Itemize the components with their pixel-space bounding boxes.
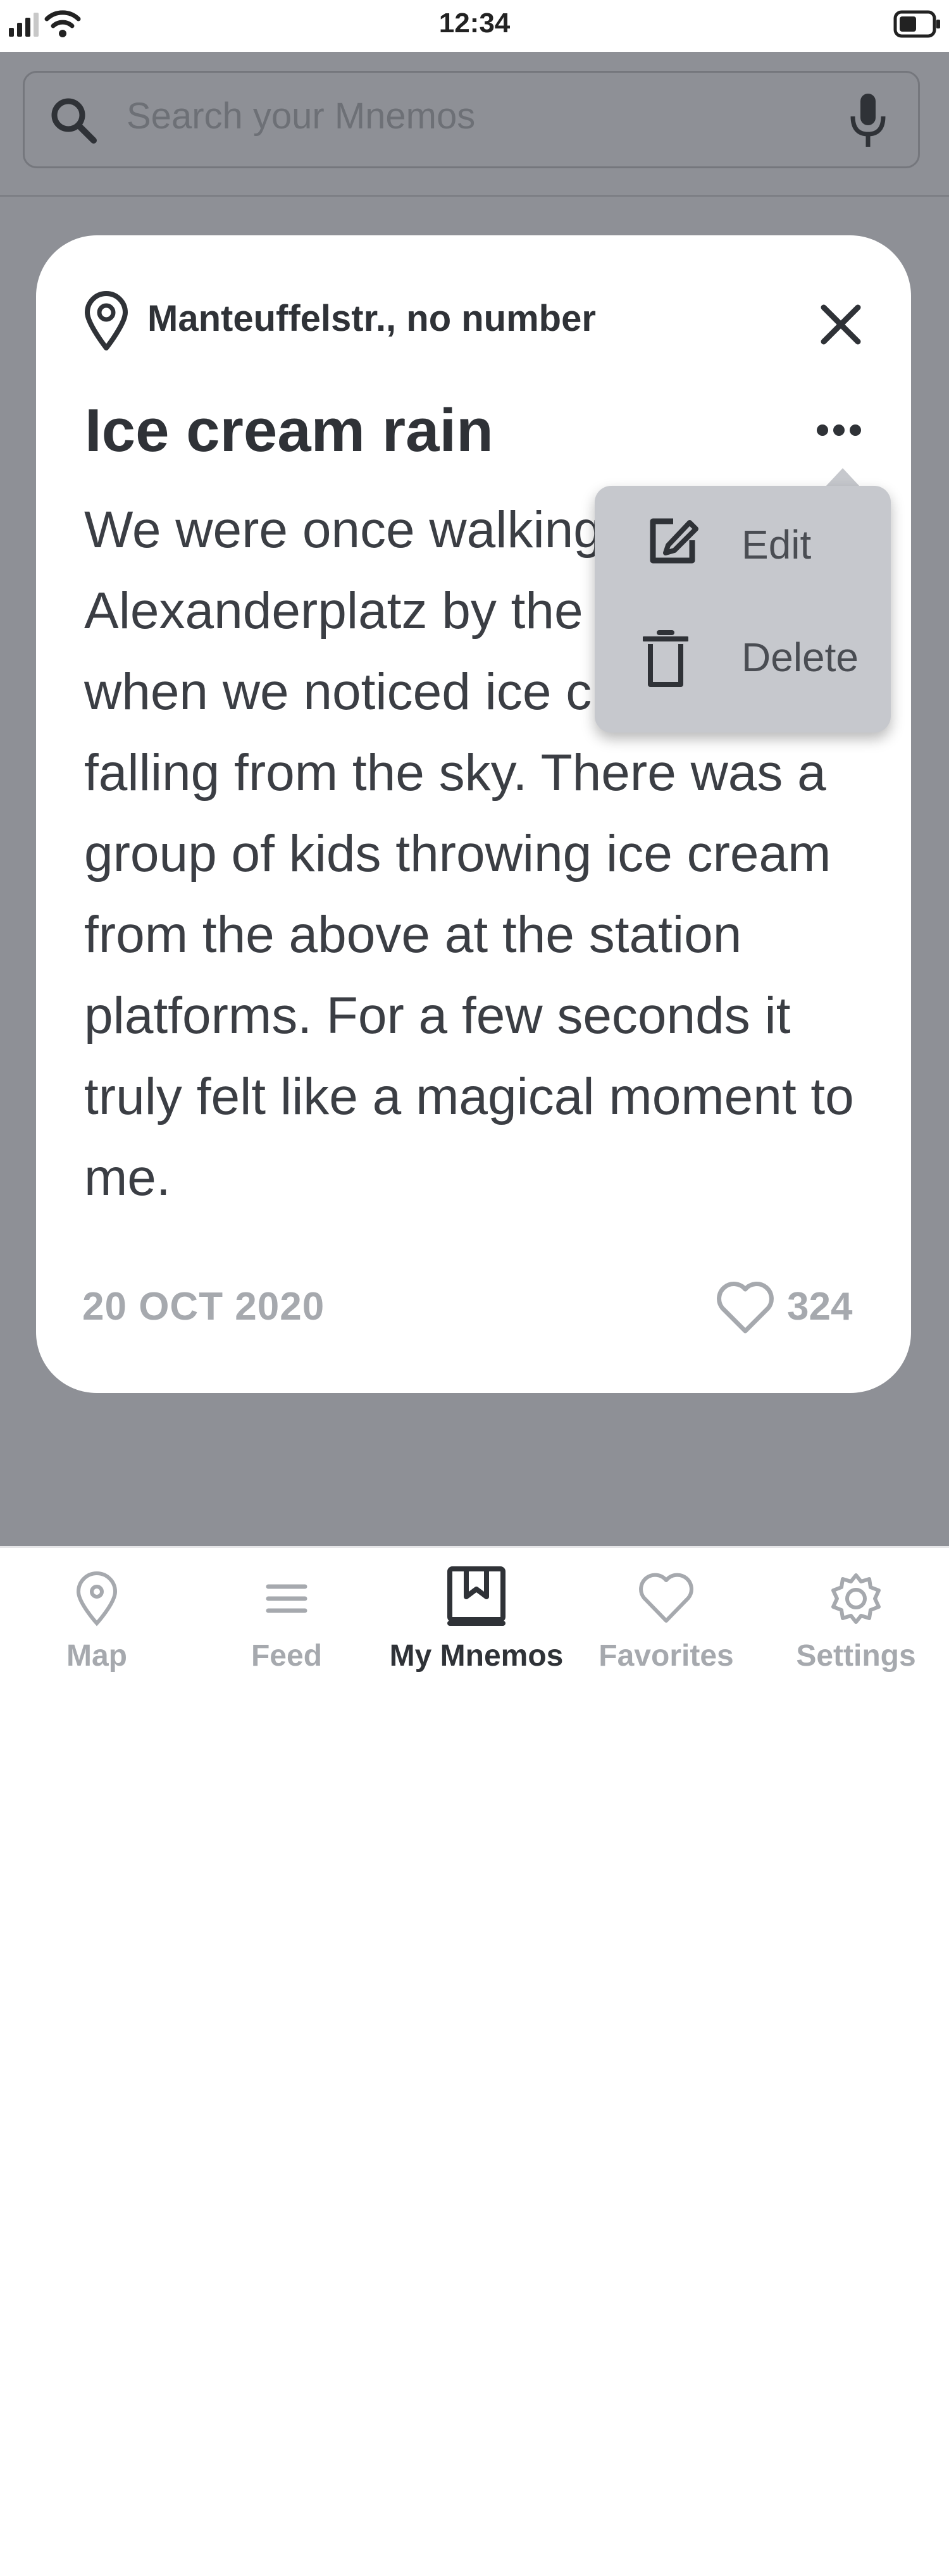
- delete-label: Delete: [741, 635, 859, 680]
- more-options-icon[interactable]: [816, 421, 862, 439]
- status-time: 12:34: [438, 8, 511, 39]
- trash-icon: [643, 630, 688, 687]
- tab-label: Favorites: [599, 1639, 734, 1673]
- status-bar: 12:34: [0, 0, 949, 52]
- card-date: 20 OCT 2020: [82, 1285, 325, 1328]
- card-title: Ice cream rain: [85, 397, 493, 464]
- search-input[interactable]: Search your Mnemos: [127, 95, 475, 137]
- heart-icon[interactable]: [716, 1282, 774, 1335]
- battery-icon: [893, 10, 940, 38]
- edit-icon: [650, 518, 698, 564]
- tab-label: Feed: [251, 1639, 323, 1673]
- tab-map[interactable]: Map: [2, 1546, 192, 1687]
- tab-settings[interactable]: Settings: [761, 1546, 949, 1687]
- tab-favorites[interactable]: Favorites: [571, 1546, 761, 1687]
- search-icon: [51, 98, 97, 144]
- heart-icon: [639, 1573, 693, 1623]
- tab-label: Settings: [796, 1639, 916, 1673]
- close-icon[interactable]: [819, 302, 863, 347]
- edit-label: Edit: [741, 522, 812, 567]
- tab-label: My Mnemos: [389, 1639, 564, 1673]
- card-location: Manteuffelstr., no number: [147, 298, 596, 339]
- gear-icon: [831, 1573, 881, 1624]
- list-icon: [266, 1584, 307, 1613]
- microphone-icon[interactable]: [848, 92, 888, 149]
- like-count: 324: [787, 1285, 853, 1328]
- header-divider: [0, 195, 949, 197]
- tab-my-mnemos[interactable]: My Mnemos: [381, 1546, 571, 1687]
- map-pin-icon: [76, 1571, 118, 1626]
- book-icon: [447, 1566, 506, 1626]
- menu-pointer: [825, 468, 860, 487]
- tab-label: Map: [66, 1639, 127, 1673]
- map-pin-icon: [85, 291, 128, 350]
- tab-feed[interactable]: Feed: [192, 1546, 381, 1687]
